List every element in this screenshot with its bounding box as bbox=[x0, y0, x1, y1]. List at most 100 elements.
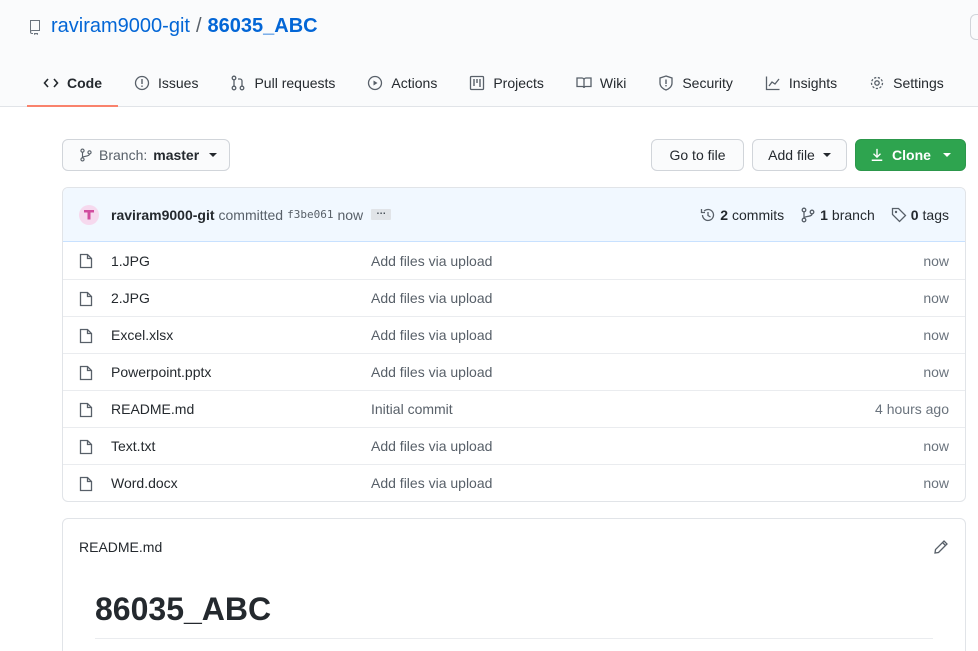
commits-count: 2 bbox=[720, 207, 728, 223]
readme-divider bbox=[95, 638, 933, 639]
table-row[interactable]: Word.docx Add files via upload now bbox=[63, 464, 965, 501]
repo-name-link[interactable]: 86035_ABC bbox=[208, 15, 318, 38]
file-icon bbox=[79, 402, 93, 418]
tab-settings[interactable]: Settings bbox=[853, 60, 960, 106]
tab-projects[interactable]: Projects bbox=[453, 60, 560, 106]
clone-label: Clone bbox=[892, 147, 931, 163]
table-row[interactable]: Powerpoint.pptx Add files via upload now bbox=[63, 353, 965, 390]
file-name-link[interactable]: Word.docx bbox=[111, 475, 178, 491]
branch-prefix: Branch: bbox=[99, 147, 148, 163]
chevron-down-icon bbox=[822, 153, 831, 157]
tab-issues[interactable]: Issues bbox=[118, 60, 214, 106]
file-age: now bbox=[923, 364, 949, 380]
branch-count: 1 bbox=[820, 207, 828, 223]
file-age: now bbox=[923, 475, 949, 491]
shield-icon bbox=[659, 75, 673, 91]
code-icon bbox=[43, 77, 59, 88]
table-row[interactable]: 2.JPG Add files via upload now bbox=[63, 279, 965, 316]
book-icon bbox=[576, 77, 592, 89]
tab-label: Settings bbox=[893, 75, 944, 91]
tab-label: Actions bbox=[391, 75, 438, 91]
file-icon bbox=[79, 253, 93, 269]
branch-name: master bbox=[153, 147, 200, 163]
tags-label: tags bbox=[922, 207, 949, 223]
tab-insights[interactable]: Insights bbox=[749, 60, 853, 106]
file-commit-message-link[interactable]: Add files via upload bbox=[371, 327, 492, 343]
commit-sha-link[interactable]: f3be061 bbox=[287, 208, 333, 221]
file-commit-message-link[interactable]: Add files via upload bbox=[371, 475, 492, 491]
tab-label: Issues bbox=[158, 75, 199, 91]
go-to-file-label: Go to file bbox=[669, 147, 726, 163]
table-row[interactable]: Text.txt Add files via upload now bbox=[63, 427, 965, 464]
branch-icon bbox=[80, 148, 92, 162]
latest-commit-bar: raviram9000-git committed f3be061 now … … bbox=[63, 188, 965, 242]
file-commit-message-link[interactable]: Add files via upload bbox=[371, 253, 492, 269]
file-name-link[interactable]: README.md bbox=[111, 401, 194, 417]
readme-header: README.md bbox=[63, 519, 965, 575]
file-commit-message-link[interactable]: Add files via upload bbox=[371, 438, 492, 454]
clone-button[interactable]: Clone bbox=[855, 139, 966, 171]
tags-count: 0 bbox=[910, 207, 919, 223]
branch-select-button[interactable]: Branch: master bbox=[62, 139, 230, 171]
repo-nav-tabs: Code Issues Pull requests Actions Projec… bbox=[27, 60, 960, 107]
commit-verb: committed bbox=[218, 206, 284, 223]
file-icon bbox=[79, 439, 93, 455]
file-name-link[interactable]: 1.JPG bbox=[111, 253, 150, 269]
header-action-button[interactable] bbox=[970, 14, 978, 40]
file-name-link[interactable]: Excel.xlsx bbox=[111, 327, 173, 343]
avatar[interactable] bbox=[79, 204, 99, 225]
repo-owner-link[interactable]: raviram9000-git bbox=[51, 15, 190, 38]
file-commit-message-link[interactable]: Initial commit bbox=[371, 401, 453, 417]
pencil-icon[interactable] bbox=[933, 539, 949, 555]
commits-label: commits bbox=[732, 207, 785, 223]
file-icon bbox=[79, 291, 93, 307]
branches-link[interactable]: 1 branch bbox=[800, 207, 875, 223]
history-icon bbox=[701, 208, 715, 222]
file-rows: 1.JPG Add files via upload now 2.JPG Add fil… bbox=[63, 242, 965, 501]
tab-label: Security bbox=[682, 75, 733, 91]
branch-icon bbox=[801, 207, 815, 223]
file-commit-message-link[interactable]: Add files via upload bbox=[371, 364, 492, 380]
readme-heading: 86035_ABC bbox=[95, 591, 272, 627]
file-age: 4 hours ago bbox=[875, 401, 949, 417]
pull-request-icon bbox=[232, 75, 245, 91]
file-age: now bbox=[923, 252, 949, 269]
table-row[interactable]: Excel.xlsx Add files via upload now bbox=[63, 316, 965, 353]
file-age: now bbox=[923, 290, 949, 306]
chevron-down-icon bbox=[209, 153, 218, 157]
download-icon bbox=[871, 148, 883, 161]
tab-code[interactable]: Code bbox=[27, 60, 118, 107]
file-age: now bbox=[923, 438, 949, 454]
tab-label: Projects bbox=[493, 75, 544, 91]
file-name-link[interactable]: Powerpoint.pptx bbox=[111, 364, 211, 380]
tags-link[interactable]: 0 tags bbox=[891, 207, 949, 223]
tab-security[interactable]: Security bbox=[642, 60, 749, 106]
file-commit-message-link[interactable]: Add files via upload bbox=[371, 290, 492, 306]
add-file-button[interactable]: Add file bbox=[752, 139, 847, 171]
chevron-down-icon bbox=[942, 153, 951, 157]
commit-author-link[interactable]: raviram9000-git bbox=[111, 207, 215, 223]
table-row[interactable]: 1.JPG Add files via upload now bbox=[63, 242, 965, 279]
file-age: now bbox=[923, 327, 949, 343]
branch-label: branch bbox=[831, 207, 875, 223]
tab-pull-requests[interactable]: Pull requests bbox=[214, 60, 351, 106]
go-to-file-button[interactable]: Go to file bbox=[651, 139, 744, 171]
tab-label: Code bbox=[67, 74, 102, 91]
commits-link[interactable]: 2 commits bbox=[700, 207, 784, 223]
file-icon bbox=[79, 328, 93, 344]
repo-title: raviram9000-git / 86035_ABC bbox=[27, 15, 318, 38]
readme-filename: README.md bbox=[79, 539, 163, 555]
commit-expand-button[interactable]: … bbox=[371, 207, 392, 220]
add-file-label: Add file bbox=[768, 147, 815, 163]
table-row[interactable]: README.md Initial commit 4 hours ago bbox=[63, 390, 965, 427]
gear-icon bbox=[871, 76, 884, 90]
file-name-link[interactable]: Text.txt bbox=[111, 438, 155, 454]
file-icon bbox=[79, 365, 93, 381]
tab-wiki[interactable]: Wiki bbox=[560, 60, 642, 106]
tab-label: Insights bbox=[788, 75, 838, 91]
tag-icon bbox=[891, 207, 907, 223]
tab-actions[interactable]: Actions bbox=[351, 60, 453, 106]
readme-panel: README.md 86035_ABC bbox=[62, 518, 966, 651]
file-name-link[interactable]: 2.JPG bbox=[111, 290, 150, 306]
issue-icon bbox=[134, 75, 150, 91]
